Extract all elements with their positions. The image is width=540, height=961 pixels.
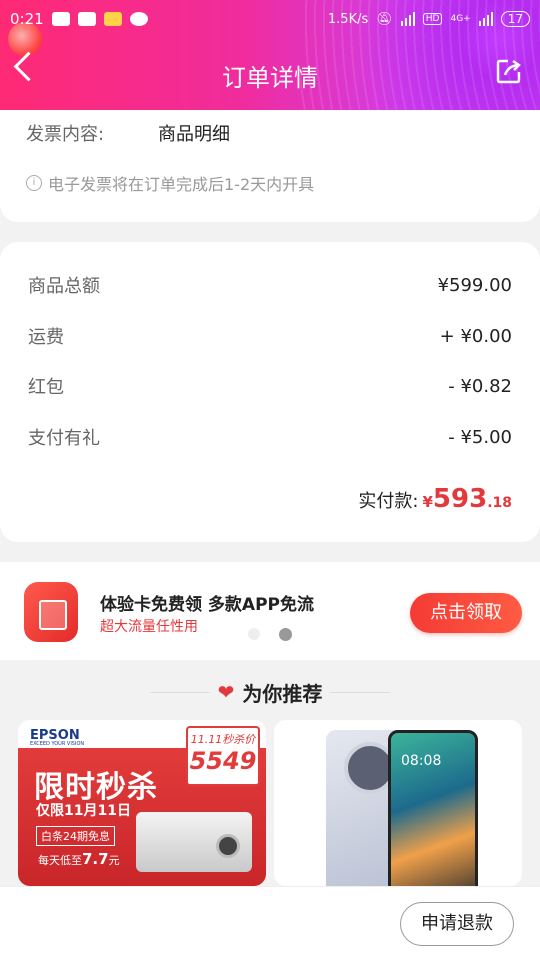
app-notify-icon xyxy=(103,12,122,26)
daily-unit: 元 xyxy=(108,854,120,867)
paid-currency: ¥ xyxy=(422,493,433,511)
summary-row-value: + ¥0.00 xyxy=(439,325,512,347)
network-speed: 1.5K/s xyxy=(327,11,369,27)
daily-prefix: 每天低至 xyxy=(38,854,82,867)
phone-screen-time: 08:08 xyxy=(401,753,442,769)
invoice-card: 发票内容: 商品明细 i 电子发票将在订单完成后1-2天内开具 xyxy=(0,110,540,222)
phone-front-image: 08:08 xyxy=(388,730,478,886)
paid-integer: 593 xyxy=(432,484,488,514)
summary-row-label: 红包 xyxy=(28,377,64,398)
summary-row-label: 运费 xyxy=(28,327,64,348)
summary-row-label: 支付有礼 xyxy=(28,428,100,449)
date-line: 仅限11月11日 xyxy=(36,803,131,819)
paid-label: 实付款: xyxy=(358,491,419,512)
chat-icon xyxy=(77,12,96,26)
summary-row: 支付有礼 - ¥5.00 xyxy=(28,422,512,452)
brand-slogan: EXCEED YOUR VISION xyxy=(30,741,85,747)
daily-price: 每天低至7.7元 xyxy=(38,850,120,868)
promo-title: 体验卡免费领 多款APP免流 xyxy=(100,595,314,615)
divider xyxy=(149,691,210,693)
paid-amount: 实付款: ¥ 593 .18 xyxy=(358,484,512,514)
claim-button[interactable]: 点击领取 xyxy=(410,593,522,633)
recommend-title: 为你推荐 xyxy=(242,681,323,706)
summary-row-value: - ¥5.00 xyxy=(448,426,512,448)
bottom-action-bar: 申请退款 xyxy=(0,886,540,961)
summary-row-value: - ¥0.82 xyxy=(448,375,512,397)
message-icon xyxy=(51,12,70,26)
summary-row: 商品总额 ¥599.00 xyxy=(28,270,512,300)
projector-image xyxy=(136,812,252,872)
daily-amount: 7.7 xyxy=(82,850,109,868)
battery-icon: 17 xyxy=(500,11,530,27)
page-title: 订单详情 xyxy=(222,64,318,92)
price-tag-label: 11.11秒杀价 xyxy=(190,733,256,746)
hd-icon: HD xyxy=(422,13,443,25)
invoice-value: 商品明细 xyxy=(158,124,230,145)
info-icon: i xyxy=(26,175,42,191)
product-card[interactable]: EPSON EXCEED YOUR VISION 限时秒杀 仅限11月11日 白… xyxy=(18,720,266,886)
product-card[interactable]: 08:08 xyxy=(274,720,522,886)
summary-row: 红包 - ¥0.82 xyxy=(28,371,512,401)
invoice-label: 发票内容: xyxy=(26,124,105,145)
installment-badge: 白条24期免息 xyxy=(36,826,115,846)
status-bar: 0:21 1.5K/s 🔕︎ HD 4G+ 17 xyxy=(10,6,530,32)
invoice-note-text: 电子发票将在订单完成后1-2天内开具 xyxy=(48,175,315,194)
paid-decimal: .18 xyxy=(487,495,512,511)
invoice-note: i 电子发票将在订单完成后1-2天内开具 xyxy=(26,171,314,195)
promo-subtitle: 超大流量任性用 xyxy=(100,619,198,635)
signal-icon xyxy=(400,12,415,26)
carousel-dot-active[interactable] xyxy=(279,628,292,641)
summary-row-label: 商品总额 xyxy=(28,276,100,297)
carousel-dot[interactable] xyxy=(248,628,260,640)
status-time: 0:21 xyxy=(10,10,44,28)
mute-icon: 🔕︎ xyxy=(376,11,393,27)
summary-row-value: ¥599.00 xyxy=(437,274,512,296)
price-tag: 11.11秒杀价 5549 xyxy=(186,726,260,786)
signal-icon-2 xyxy=(478,12,493,26)
heart-icon: ❤︎ xyxy=(217,680,235,704)
header-bar: 0:21 1.5K/s 🔕︎ HD 4G+ 17 订单详情 xyxy=(0,0,540,110)
sim-card-icon xyxy=(24,582,78,642)
share-icon[interactable] xyxy=(496,58,522,84)
price-tag-value: 5549 xyxy=(189,747,257,775)
summary-row: 运费 + ¥0.00 xyxy=(28,321,512,351)
divider xyxy=(330,691,391,693)
refund-button[interactable]: 申请退款 xyxy=(400,902,514,946)
browser-icon xyxy=(129,12,148,26)
network-type: 4G+ xyxy=(450,14,471,24)
recommend-header: ❤︎ 为你推荐 xyxy=(0,672,540,712)
